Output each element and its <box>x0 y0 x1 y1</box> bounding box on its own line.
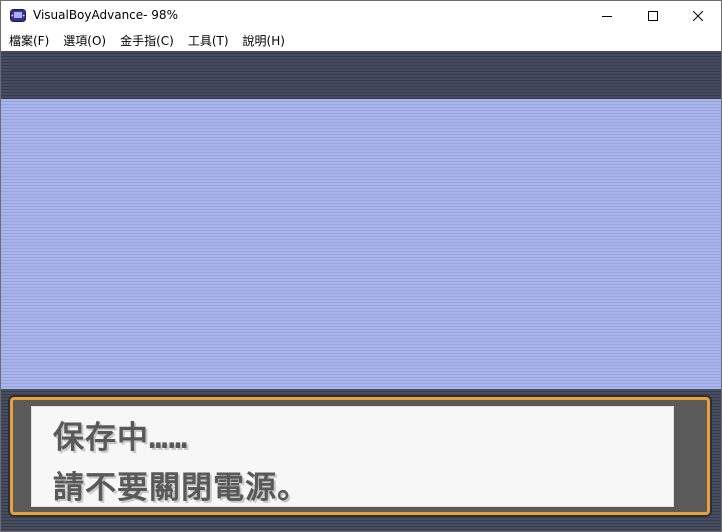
dialog-text-area: 保存中…… 請不要關閉電源。 <box>31 406 674 507</box>
window-title: VisualBoyAdvance- 98% <box>33 8 178 22</box>
maximize-icon <box>648 11 658 21</box>
menu-help[interactable]: 說明(H) <box>236 31 292 51</box>
minimize-button[interactable] <box>584 1 630 31</box>
dialog-box: 保存中…… 請不要關閉電源。 <box>10 397 710 515</box>
menu-file[interactable]: 檔案(F) <box>1 31 56 51</box>
maximize-button[interactable] <box>630 1 676 31</box>
game-screen[interactable]: 保存中…… 請不要關閉電源。 <box>1 51 721 531</box>
gba-icon <box>10 9 26 22</box>
emulator-window: VisualBoyAdvance- 98% 檔案(F) 選項(O) 金手指(C)… <box>0 0 722 532</box>
menu-options[interactable]: 選項(O) <box>56 31 113 51</box>
top-band <box>1 51 721 99</box>
close-button[interactable] <box>675 1 721 31</box>
menu-cheats[interactable]: 金手指(C) <box>113 31 181 51</box>
title-bar[interactable]: VisualBoyAdvance- 98% <box>1 1 721 31</box>
close-icon <box>693 11 703 21</box>
sky-background <box>1 99 721 389</box>
menu-tools[interactable]: 工具(T) <box>181 31 236 51</box>
menu-bar: 檔案(F) 選項(O) 金手指(C) 工具(T) 說明(H) <box>1 31 721 51</box>
dialog-line-saving: 保存中…… <box>53 420 189 456</box>
dialog-line-warning: 請不要關閉電源。 <box>53 470 309 506</box>
minimize-icon <box>602 16 612 17</box>
